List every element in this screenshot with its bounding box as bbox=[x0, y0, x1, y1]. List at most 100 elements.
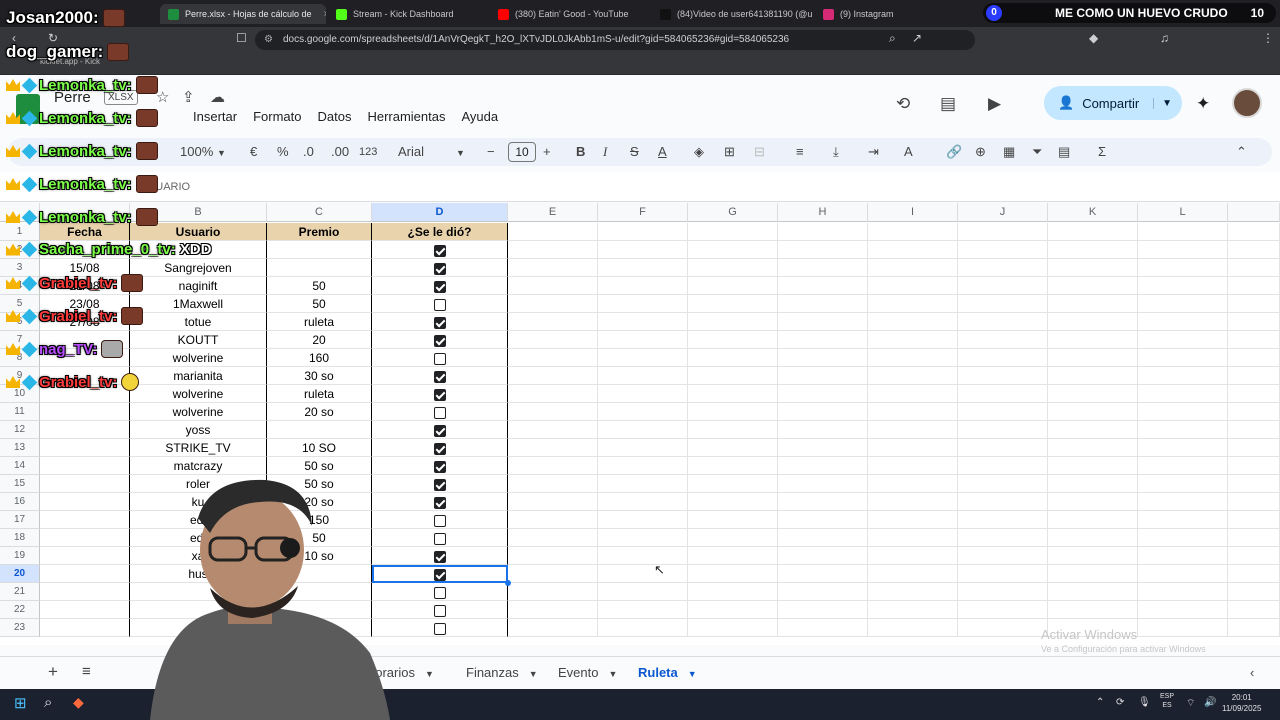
extension-icon[interactable]: ◆ bbox=[1089, 31, 1098, 45]
cell[interactable] bbox=[508, 619, 598, 637]
cell[interactable] bbox=[1138, 565, 1228, 583]
cell[interactable] bbox=[1138, 547, 1228, 565]
cell[interactable] bbox=[868, 493, 958, 511]
cell-se-le-dio[interactable] bbox=[372, 349, 508, 367]
cell-premio[interactable]: ruleta bbox=[267, 313, 372, 331]
cell[interactable] bbox=[868, 619, 958, 637]
checkbox-checked[interactable] bbox=[433, 334, 446, 347]
browser-tab[interactable]: Stream - Kick Dashboard bbox=[328, 4, 488, 24]
cell[interactable] bbox=[1228, 403, 1280, 421]
cell[interactable] bbox=[1048, 565, 1138, 583]
checkbox-checked[interactable] bbox=[433, 550, 446, 563]
cell-se-le-dio[interactable] bbox=[372, 421, 508, 439]
row-header[interactable]: 11 bbox=[0, 403, 40, 421]
cell[interactable] bbox=[1048, 331, 1138, 349]
fill-handle[interactable] bbox=[505, 580, 511, 586]
cell[interactable] bbox=[1228, 313, 1280, 331]
cell-fecha[interactable] bbox=[40, 439, 130, 457]
sheet-tab[interactable]: Finanzas ▼ bbox=[466, 665, 538, 680]
cell[interactable] bbox=[1138, 583, 1228, 601]
cell[interactable] bbox=[1138, 367, 1228, 385]
language-indicator[interactable]: ESP ES bbox=[1160, 692, 1174, 710]
cell[interactable] bbox=[1138, 331, 1228, 349]
currency-format-button[interactable]: € bbox=[250, 144, 257, 159]
cell[interactable] bbox=[958, 529, 1048, 547]
cell[interactable] bbox=[598, 583, 688, 601]
cell[interactable] bbox=[598, 475, 688, 493]
cell[interactable] bbox=[688, 601, 778, 619]
cell[interactable] bbox=[868, 421, 958, 439]
cell[interactable] bbox=[688, 259, 778, 277]
decrease-decimal-button[interactable]: .0 bbox=[303, 144, 314, 159]
cell[interactable] bbox=[508, 511, 598, 529]
cell[interactable] bbox=[1138, 439, 1228, 457]
cell[interactable] bbox=[1138, 421, 1228, 439]
cell[interactable] bbox=[958, 493, 1048, 511]
star-icon[interactable]: ☆ bbox=[156, 88, 169, 106]
cell[interactable] bbox=[778, 331, 868, 349]
cell[interactable] bbox=[958, 259, 1048, 277]
column-header[interactable] bbox=[1228, 203, 1280, 222]
checkbox-unchecked[interactable] bbox=[433, 622, 446, 635]
cell[interactable] bbox=[508, 529, 598, 547]
cell-se-le-dio[interactable] bbox=[372, 331, 508, 349]
cell[interactable] bbox=[508, 601, 598, 619]
sheet-tab-dropdown-icon[interactable]: ▼ bbox=[688, 669, 697, 679]
cell-usuario[interactable]: Sangrejoven bbox=[130, 259, 267, 277]
version-history-icon[interactable]: ⟲ bbox=[896, 94, 910, 114]
cell-se-le-dio[interactable] bbox=[372, 601, 508, 619]
cell[interactable] bbox=[958, 331, 1048, 349]
cell-se-le-dio[interactable] bbox=[372, 295, 508, 313]
checkbox-checked[interactable] bbox=[433, 424, 446, 437]
cell-se-le-dio[interactable] bbox=[372, 493, 508, 511]
cell[interactable] bbox=[868, 259, 958, 277]
cell[interactable] bbox=[1138, 619, 1228, 637]
cell[interactable] bbox=[598, 403, 688, 421]
cell[interactable] bbox=[958, 457, 1048, 475]
cell[interactable] bbox=[688, 331, 778, 349]
cell[interactable] bbox=[508, 295, 598, 313]
cell[interactable] bbox=[688, 529, 778, 547]
increase-font-size-button[interactable]: + bbox=[543, 144, 551, 159]
checkbox-unchecked[interactable] bbox=[433, 352, 446, 365]
cell[interactable] bbox=[1138, 223, 1228, 241]
cell[interactable] bbox=[688, 223, 778, 241]
menu-icon[interactable]: ⋮ bbox=[1262, 31, 1274, 45]
cell[interactable] bbox=[508, 223, 598, 241]
cell[interactable] bbox=[1048, 295, 1138, 313]
row-header[interactable]: 20 bbox=[0, 565, 40, 583]
cell[interactable] bbox=[778, 295, 868, 313]
cell[interactable] bbox=[508, 457, 598, 475]
url-bar[interactable]: ⚙ docs.google.com/spreadsheets/d/1AnVrQe… bbox=[255, 30, 975, 50]
cell[interactable] bbox=[778, 583, 868, 601]
cell[interactable] bbox=[1138, 403, 1228, 421]
wifi-icon[interactable]: ⌔ bbox=[1186, 697, 1195, 710]
cell[interactable] bbox=[958, 367, 1048, 385]
cell-premio[interactable]: 50 bbox=[267, 295, 372, 313]
cell-premio[interactable]: 50 bbox=[267, 277, 372, 295]
cell[interactable] bbox=[778, 601, 868, 619]
menu-item[interactable]: Formato bbox=[253, 109, 301, 124]
cell[interactable] bbox=[868, 349, 958, 367]
cell[interactable] bbox=[778, 223, 868, 241]
checkbox-unchecked[interactable] bbox=[433, 406, 446, 419]
search-icon[interactable]: ⌕ bbox=[44, 694, 52, 711]
cell[interactable] bbox=[778, 277, 868, 295]
sheet-tab-dropdown-icon[interactable]: ▼ bbox=[425, 669, 434, 679]
cell[interactable] bbox=[598, 529, 688, 547]
cell[interactable] bbox=[868, 439, 958, 457]
tab-close-icon[interactable]: × bbox=[324, 9, 326, 20]
checkbox-checked[interactable] bbox=[433, 280, 446, 293]
cell[interactable] bbox=[688, 493, 778, 511]
cell[interactable] bbox=[508, 385, 598, 403]
cell[interactable] bbox=[598, 349, 688, 367]
cell[interactable] bbox=[1138, 259, 1228, 277]
zoom-icon[interactable]: ⌕ bbox=[889, 31, 896, 46]
move-icon[interactable]: ⇪ bbox=[182, 88, 195, 106]
cell[interactable] bbox=[688, 367, 778, 385]
site-info-icon[interactable]: ⚙ bbox=[264, 30, 273, 50]
cell[interactable] bbox=[778, 475, 868, 493]
checkbox-checked[interactable] bbox=[433, 370, 446, 383]
cell[interactable] bbox=[1138, 493, 1228, 511]
checkbox-checked[interactable] bbox=[433, 388, 446, 401]
